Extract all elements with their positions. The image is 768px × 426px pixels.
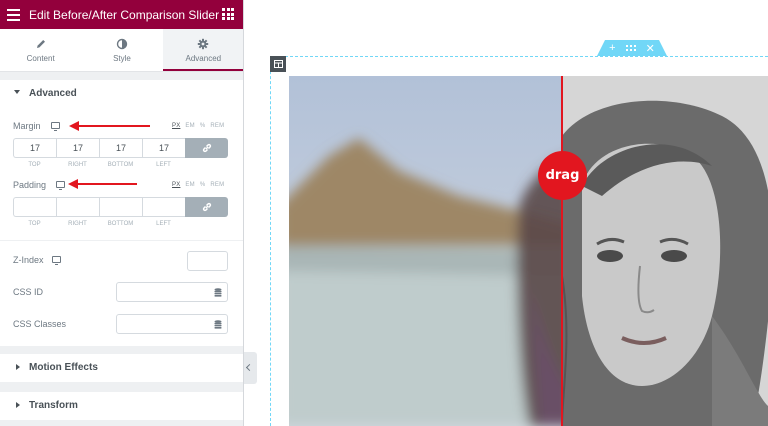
unit-rem[interactable]: REM bbox=[210, 123, 224, 129]
slider-drag-handle[interactable]: drag bbox=[538, 151, 587, 200]
tab-content[interactable]: Content bbox=[0, 29, 81, 71]
slider-divider-line[interactable] bbox=[561, 76, 563, 426]
unit-px[interactable]: PX bbox=[172, 182, 180, 188]
panel-header: Edit Before/After Comparison Slider bbox=[0, 0, 243, 29]
margin-right-input[interactable]: 17 bbox=[56, 138, 99, 158]
css-classes-label: CSS Classes bbox=[13, 319, 67, 329]
margin-inputs: 17 17 17 17 bbox=[13, 138, 228, 158]
advanced-controls: Margin PX EM% REM 17 17 17 17 TOP RIGHT BOTT… bbox=[0, 108, 243, 346]
label-top: TOP bbox=[28, 162, 41, 168]
before-image bbox=[289, 76, 574, 426]
css-id-input[interactable] bbox=[116, 282, 209, 302]
unit-em[interactable]: EM bbox=[185, 123, 194, 129]
label-bottom: BOTTOM bbox=[107, 221, 134, 227]
motion-effects-section-header[interactable]: Motion Effects bbox=[0, 354, 243, 382]
motion-effects-title: Motion Effects bbox=[29, 362, 98, 373]
label-left: LEFT bbox=[156, 221, 171, 227]
css-id-label: CSS ID bbox=[13, 287, 44, 297]
gear-icon bbox=[163, 38, 243, 50]
link-icon bbox=[202, 143, 211, 153]
panel-tabs: Content Style Advanced bbox=[0, 29, 243, 72]
padding-top-input[interactable] bbox=[13, 197, 56, 217]
label-bottom: BOTTOM bbox=[107, 162, 134, 168]
link-values-button[interactable] bbox=[185, 197, 228, 217]
caret-right-icon bbox=[16, 364, 20, 370]
dynamic-tags-button[interactable] bbox=[208, 282, 228, 302]
panel-title: Edit Before/After Comparison Slider bbox=[29, 8, 220, 22]
margin-top-input[interactable]: 17 bbox=[13, 138, 56, 158]
margin-label: Margin bbox=[13, 121, 41, 131]
unit-percent[interactable]: % bbox=[200, 123, 206, 129]
editor-panel: Edit Before/After Comparison Slider Cont… bbox=[0, 0, 244, 426]
elementor-editor: Edit Before/After Comparison Slider Cont… bbox=[0, 0, 768, 426]
column-icon bbox=[273, 60, 283, 68]
label-right: RIGHT bbox=[68, 162, 87, 168]
tab-content-label: Content bbox=[26, 54, 55, 63]
link-icon bbox=[202, 202, 211, 212]
database-icon bbox=[214, 319, 221, 329]
transform-title: Transform bbox=[29, 400, 78, 411]
blurred-landscape bbox=[289, 76, 574, 426]
label-top: TOP bbox=[28, 221, 41, 227]
z-index-input[interactable] bbox=[187, 251, 228, 271]
column-handle[interactable] bbox=[270, 56, 286, 72]
transform-section-header[interactable]: Transform bbox=[0, 392, 243, 420]
padding-dimension-labels: TOP RIGHT BOTTOM LEFT bbox=[13, 221, 185, 227]
tab-advanced-label: Advanced bbox=[185, 54, 222, 63]
label-left: LEFT bbox=[156, 162, 171, 168]
margin-dimension-labels: TOP RIGHT BOTTOM LEFT bbox=[13, 162, 185, 168]
unit-em[interactable]: EM bbox=[185, 182, 194, 188]
grayscale-portrait bbox=[561, 76, 768, 426]
margin-left-input[interactable]: 17 bbox=[142, 138, 185, 158]
annotation-arrow bbox=[68, 179, 137, 189]
tab-style[interactable]: Style bbox=[81, 29, 162, 71]
monitor-icon[interactable] bbox=[56, 181, 65, 190]
caret-down-icon bbox=[14, 90, 20, 94]
close-icon[interactable]: ✕ bbox=[646, 42, 655, 55]
z-index-label: Z-Index bbox=[13, 255, 44, 265]
padding-label: Padding bbox=[13, 180, 47, 190]
padding-right-input[interactable] bbox=[56, 197, 99, 217]
section-handle[interactable]: + ✕ bbox=[597, 40, 667, 56]
monitor-icon[interactable] bbox=[52, 256, 61, 265]
css-classes-input[interactable] bbox=[116, 314, 209, 334]
drag-handle-icon[interactable] bbox=[625, 44, 636, 52]
divider bbox=[0, 240, 243, 241]
label-right: RIGHT bbox=[68, 221, 87, 227]
margin-units: PX EM% REM bbox=[172, 123, 229, 129]
padding-inputs bbox=[13, 197, 228, 217]
unit-percent[interactable]: % bbox=[200, 182, 206, 188]
dynamic-tags-button[interactable] bbox=[208, 314, 228, 334]
after-image bbox=[561, 76, 768, 426]
pencil-icon bbox=[0, 38, 81, 50]
padding-left-input[interactable] bbox=[142, 197, 185, 217]
plus-icon[interactable]: + bbox=[609, 42, 615, 54]
unit-rem[interactable]: REM bbox=[210, 182, 224, 188]
tab-advanced[interactable]: Advanced bbox=[162, 29, 243, 71]
panel-collapse-toggle[interactable] bbox=[244, 352, 257, 384]
before-after-slider[interactable]: drag bbox=[289, 76, 768, 426]
padding-units: PX EM% REM bbox=[172, 182, 229, 188]
monitor-icon[interactable] bbox=[51, 122, 60, 131]
preview-canvas: + ✕ drag bbox=[257, 0, 768, 426]
margin-bottom-input[interactable]: 17 bbox=[99, 138, 142, 158]
annotation-arrow bbox=[69, 121, 150, 131]
advanced-section-header[interactable]: Advanced bbox=[0, 80, 243, 108]
link-values-button[interactable] bbox=[185, 138, 228, 158]
grid-icon[interactable] bbox=[222, 8, 234, 20]
padding-bottom-input[interactable] bbox=[99, 197, 142, 217]
hamburger-icon[interactable] bbox=[7, 9, 20, 21]
database-icon bbox=[214, 287, 221, 297]
advanced-section-title: Advanced bbox=[29, 88, 77, 99]
caret-right-icon bbox=[16, 402, 20, 408]
unit-px[interactable]: PX bbox=[172, 123, 180, 129]
contrast-icon bbox=[81, 38, 162, 50]
tab-style-label: Style bbox=[113, 54, 131, 63]
